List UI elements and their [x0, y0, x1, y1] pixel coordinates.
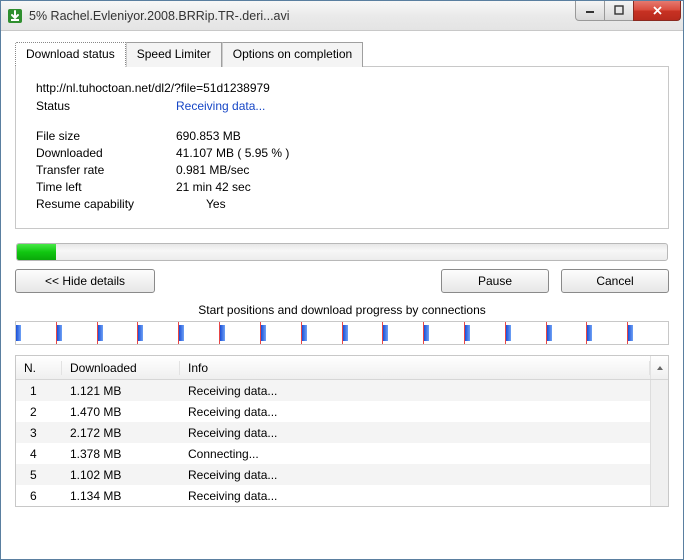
cell-n: 3: [16, 426, 62, 440]
cell-downloaded: 1.470 MB: [62, 405, 180, 419]
status-label: Status: [36, 99, 176, 113]
connections-table: N. Downloaded Info 11.121 MBReceiving da…: [15, 355, 669, 507]
tab-options-on-completion[interactable]: Options on completion: [222, 42, 363, 67]
progress-fill: [17, 244, 56, 260]
cell-downloaded: 1.378 MB: [62, 447, 180, 461]
segment: [302, 322, 343, 344]
resume-value: Yes: [176, 197, 226, 211]
tab-download-status[interactable]: Download status: [15, 42, 126, 67]
tab-bar: Download status Speed Limiter Options on…: [15, 42, 669, 67]
scroll-up-icon[interactable]: [650, 356, 668, 379]
timeleft-label: Time left: [36, 180, 176, 194]
progress-bar: [16, 243, 668, 261]
segment: [506, 322, 547, 344]
segment: [465, 322, 506, 344]
cell-downloaded: 1.102 MB: [62, 468, 180, 482]
table-row[interactable]: 51.102 MBReceiving data...: [16, 464, 650, 485]
segment: [261, 322, 302, 344]
cell-downloaded: 1.121 MB: [62, 384, 180, 398]
status-value: Receiving data...: [176, 99, 265, 113]
transferrate-label: Transfer rate: [36, 163, 176, 177]
downloaded-label: Downloaded: [36, 146, 176, 160]
segment: [179, 322, 220, 344]
segment: [628, 322, 668, 344]
timeleft-value: 21 min 42 sec: [176, 180, 251, 194]
table-row[interactable]: 32.172 MBReceiving data...: [16, 422, 650, 443]
cell-info: Receiving data...: [180, 489, 650, 503]
transferrate-value: 0.981 MB/sec: [176, 163, 249, 177]
col-n[interactable]: N.: [16, 361, 62, 375]
cancel-button[interactable]: Cancel: [561, 269, 669, 293]
vertical-scrollbar[interactable]: [650, 380, 668, 506]
segment: [16, 322, 57, 344]
filesize-value: 690.853 MB: [176, 129, 241, 143]
maximize-button[interactable]: [604, 1, 634, 21]
cell-n: 5: [16, 468, 62, 482]
close-button[interactable]: [633, 1, 681, 21]
cell-n: 4: [16, 447, 62, 461]
segment: [57, 322, 98, 344]
col-downloaded[interactable]: Downloaded: [62, 361, 180, 375]
filesize-label: File size: [36, 129, 176, 143]
cell-info: Receiving data...: [180, 384, 650, 398]
cell-info: Receiving data...: [180, 426, 650, 440]
cell-info: Receiving data...: [180, 468, 650, 482]
cell-info: Receiving data...: [180, 405, 650, 419]
segment: [383, 322, 424, 344]
download-url: http://nl.tuhoctoan.net/dl2/?file=51d123…: [36, 81, 648, 95]
table-row[interactable]: 21.470 MBReceiving data...: [16, 401, 650, 422]
segment: [220, 322, 261, 344]
cell-downloaded: 1.134 MB: [62, 489, 180, 503]
resume-label: Resume capability: [36, 197, 176, 211]
segment: [424, 322, 465, 344]
cell-n: 1: [16, 384, 62, 398]
app-icon: [7, 8, 23, 24]
segment: [98, 322, 139, 344]
minimize-button[interactable]: [575, 1, 605, 21]
segment: [547, 322, 588, 344]
cell-downloaded: 2.172 MB: [62, 426, 180, 440]
info-panel: http://nl.tuhoctoan.net/dl2/?file=51d123…: [15, 66, 669, 229]
cell-n: 6: [16, 489, 62, 503]
segments-bar: [15, 321, 669, 345]
segments-label: Start positions and download progress by…: [15, 303, 669, 317]
pause-button[interactable]: Pause: [441, 269, 549, 293]
tab-speed-limiter[interactable]: Speed Limiter: [126, 42, 222, 67]
downloaded-value: 41.107 MB ( 5.95 % ): [176, 146, 289, 160]
cell-info: Connecting...: [180, 447, 650, 461]
segment: [343, 322, 384, 344]
window-title: 5% Rachel.Evleniyor.2008.BRRip.TR-.deri.…: [29, 9, 576, 23]
hide-details-button[interactable]: << Hide details: [15, 269, 155, 293]
cell-n: 2: [16, 405, 62, 419]
table-row[interactable]: 11.121 MBReceiving data...: [16, 380, 650, 401]
segment: [587, 322, 628, 344]
table-row[interactable]: 41.378 MBConnecting...: [16, 443, 650, 464]
titlebar[interactable]: 5% Rachel.Evleniyor.2008.BRRip.TR-.deri.…: [1, 1, 683, 31]
table-row[interactable]: 61.134 MBReceiving data...: [16, 485, 650, 506]
segment: [138, 322, 179, 344]
col-info[interactable]: Info: [180, 361, 650, 375]
